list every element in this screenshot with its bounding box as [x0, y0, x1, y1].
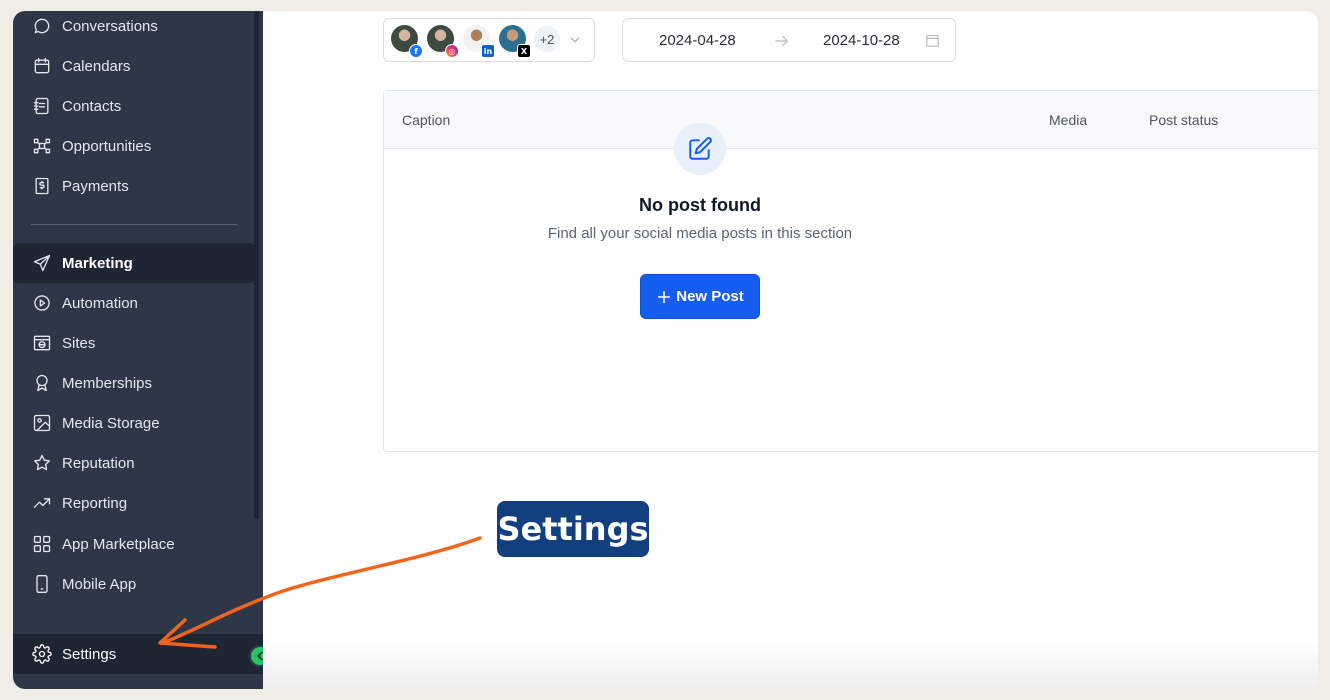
sidebar-item-label: Calendars — [62, 57, 131, 75]
sidebar-item-automation[interactable]: Automation — [13, 283, 255, 323]
calendar-icon — [31, 55, 53, 77]
column-media: Media — [1049, 112, 1088, 128]
new-post-button[interactable]: New Post — [640, 274, 760, 319]
sidebar-item-label: Contacts — [62, 97, 122, 115]
sidebar: Conversations Calendars Contacts Opportu… — [13, 11, 271, 689]
sidebar-item-reputation[interactable]: Reputation — [13, 443, 255, 483]
sidebar-item-payments[interactable]: Payments — [13, 166, 255, 206]
sidebar-item-sites[interactable]: Sites — [13, 323, 255, 363]
globe-window-icon — [31, 332, 53, 354]
account-avatar: ◎ — [427, 25, 459, 58]
account-avatar: X — [499, 25, 531, 58]
edit-icon — [689, 137, 712, 160]
facebook-icon: f — [409, 44, 423, 58]
sidebar-item-label: Sites — [62, 334, 96, 352]
award-icon — [31, 372, 53, 394]
sidebar-item-label: Memberships — [62, 374, 153, 392]
sidebar-item-reporting[interactable]: Reporting — [13, 483, 255, 523]
posts-table: Caption Media Post status — [383, 90, 1318, 452]
plus-icon — [658, 290, 671, 303]
sidebar-item-contacts[interactable]: Contacts — [13, 86, 255, 126]
sidebar-item-conversations[interactable]: Conversations — [13, 11, 255, 46]
sidebar-divider — [31, 224, 237, 225]
calendar-icon[interactable] — [924, 32, 941, 49]
sidebar-item-marketing[interactable]: Marketing — [13, 243, 255, 283]
sidebar-item-app-marketplace[interactable]: App Marketplace — [13, 524, 255, 564]
account-avatar: f — [391, 25, 423, 58]
sidebar-item-settings[interactable]: Settings — [13, 634, 263, 674]
sidebar-item-label: Automation — [62, 294, 138, 312]
table-header: Caption Media Post status — [384, 91, 1318, 149]
accounts-selector[interactable]: f ◎ in X +2 — [383, 18, 595, 62]
sidebar-item-mobile-app[interactable]: Mobile App — [13, 564, 255, 604]
image-icon — [31, 412, 53, 434]
bottom-fade — [263, 641, 1318, 689]
sidebar-item-calendars[interactable]: Calendars — [13, 46, 255, 86]
play-circle-icon — [31, 292, 53, 314]
date-start[interactable]: 2024-04-28 — [659, 32, 736, 49]
sidebar-item-label: Opportunities — [62, 137, 152, 155]
contacts-book-icon — [31, 95, 53, 117]
app-window: Conversations Calendars Contacts Opportu… — [13, 11, 1318, 689]
sidebar-item-label: Mobile App — [62, 575, 137, 593]
empty-state-edit-icon-wrap — [674, 123, 726, 175]
star-icon — [31, 452, 53, 474]
sidebar-item-memberships[interactable]: Memberships — [13, 363, 255, 403]
linkedin-icon: in — [481, 44, 495, 58]
mobile-icon — [31, 573, 53, 595]
chat-bubble-icon — [31, 15, 53, 37]
gear-icon — [31, 643, 53, 665]
sidebar-item-label: Marketing — [62, 254, 133, 272]
more-accounts-count: +2 — [534, 26, 560, 52]
trending-up-icon — [31, 492, 53, 514]
grid-icon — [31, 533, 53, 555]
sidebar-item-label: App Marketplace — [62, 535, 175, 553]
date-range-picker[interactable]: 2024-04-28 2024-10-28 — [622, 18, 956, 62]
x-twitter-icon: X — [517, 44, 531, 58]
chevron-down-icon — [570, 37, 580, 43]
empty-state-subtitle: Find all your social media posts in this… — [547, 225, 853, 242]
account-avatar: in — [463, 25, 495, 58]
instagram-icon: ◎ — [445, 44, 459, 58]
settings-callout: Settings — [497, 501, 649, 557]
sidebar-item-label: Conversations — [62, 17, 158, 35]
payments-receipt-icon — [31, 175, 53, 197]
opportunities-icon — [31, 135, 53, 157]
sidebar-item-label: Reputation — [62, 454, 135, 472]
sidebar-item-opportunities[interactable]: Opportunities — [13, 126, 255, 166]
send-icon — [31, 252, 53, 274]
arrow-right-icon — [775, 35, 788, 47]
column-post-status: Post status — [1149, 112, 1219, 128]
sidebar-item-label: Reporting — [62, 494, 128, 512]
new-post-label: New Post — [676, 288, 744, 305]
date-end[interactable]: 2024-10-28 — [823, 32, 900, 49]
empty-state-title: No post found — [639, 195, 761, 215]
sidebar-item-label: Settings — [62, 645, 117, 663]
column-caption: Caption — [402, 112, 451, 128]
sidebar-item-label: Media Storage — [62, 414, 160, 432]
sidebar-item-media-storage[interactable]: Media Storage — [13, 403, 255, 443]
sidebar-item-label: Payments — [62, 177, 129, 195]
